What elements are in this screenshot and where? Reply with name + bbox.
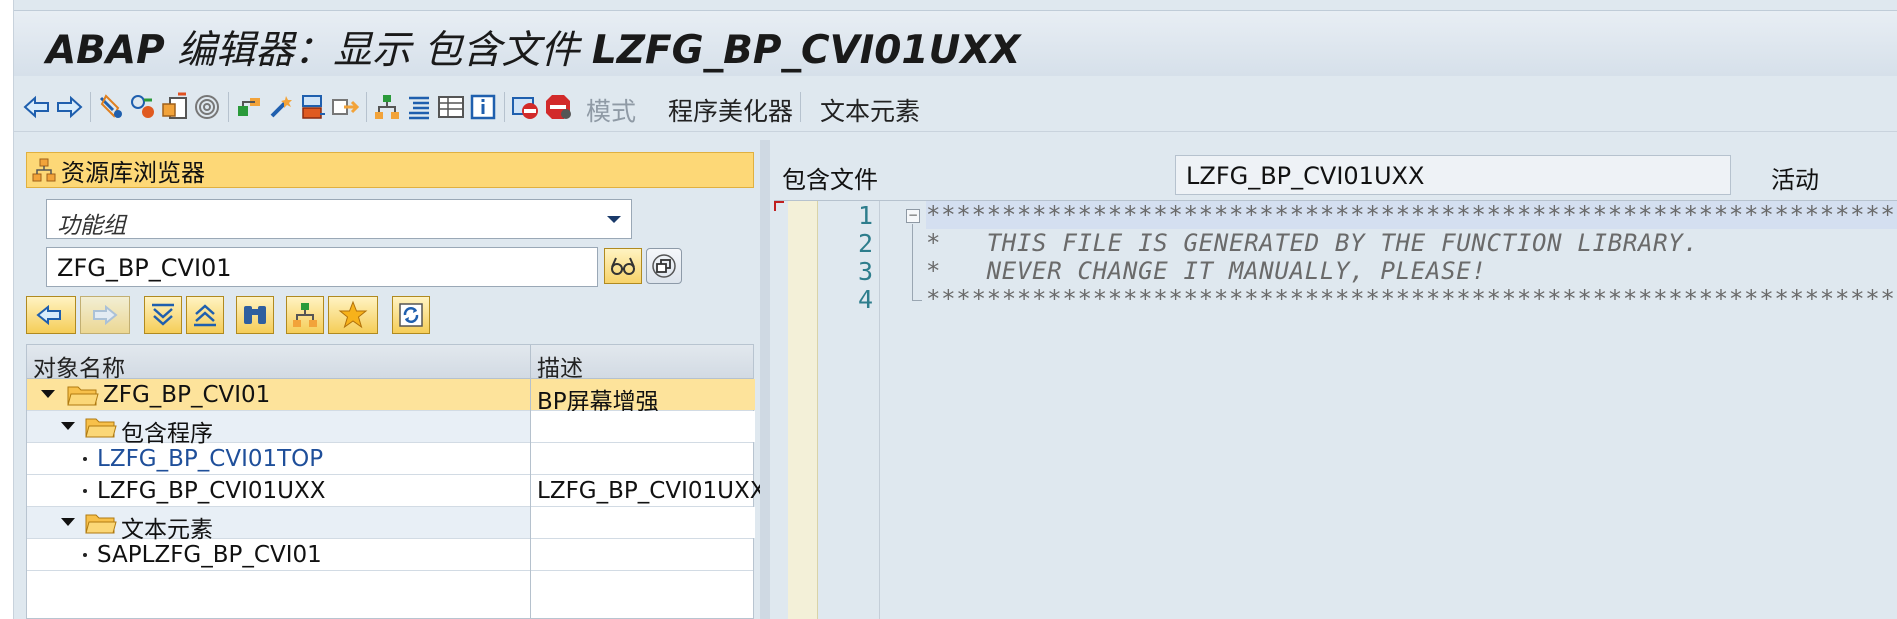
tree-node-label: ZFG_BP_CVI01	[103, 382, 271, 408]
window-title: ABAP 编辑器：显示 包含文件 LZFG_BP_CVI01UXX	[46, 28, 1021, 73]
tree-row[interactable]: LZFG_BP_CVI01UXX LZFG_BP_CVI01UXX	[27, 475, 765, 507]
repository-browser-header[interactable]: 资源库浏览器	[26, 152, 754, 188]
favorites-button[interactable]	[328, 296, 378, 334]
status-label: 活动	[1771, 166, 1819, 194]
code-area[interactable]: − **************************************…	[880, 201, 1897, 619]
expand-toggle-icon[interactable]	[41, 390, 55, 398]
check-icon[interactable]	[232, 89, 266, 125]
restore-icon	[652, 254, 676, 278]
display-glasses-button[interactable]	[604, 248, 642, 284]
pretty-printer-button[interactable]: 程序美化器	[668, 92, 793, 128]
object-type-value: 功能组	[57, 213, 126, 239]
chevron-down-icon	[607, 216, 621, 223]
include-label: 包含文件	[782, 166, 878, 194]
back-icon[interactable]	[20, 89, 54, 125]
line-number: 1	[857, 201, 873, 230]
line-number: 2	[857, 229, 873, 258]
hierarchy-button[interactable]	[286, 296, 324, 334]
column-header-desc[interactable]: 描述	[537, 349, 583, 383]
active-inactive-icon[interactable]	[158, 89, 192, 125]
title-bar: ABAP 编辑器：显示 包含文件 LZFG_BP_CVI01UXX	[14, 10, 1897, 76]
expand-all-button[interactable]	[144, 296, 182, 334]
fold-toggle-icon[interactable]: −	[906, 209, 920, 223]
tree-row[interactable]: 文本元素	[27, 507, 755, 543]
editor-gutter[interactable]	[788, 201, 818, 619]
code-line: ****************************************…	[926, 201, 1897, 229]
test-icon[interactable]	[296, 89, 330, 125]
forward-icon[interactable]	[52, 89, 86, 125]
pane-splitter[interactable]	[760, 140, 770, 619]
tree-row[interactable]: ZFG_BP_CVI01 BP屏幕增强	[27, 379, 755, 415]
expand-toggle-icon[interactable]	[61, 518, 75, 526]
text-elements-button[interactable]: 文本元素	[820, 92, 920, 128]
tree-row[interactable]: LZFG_BP_CVI01TOP	[27, 443, 753, 475]
display-change-icon[interactable]	[126, 89, 160, 125]
code-line: * NEVER CHANGE IT MANUALLY, PLEASE! *	[926, 257, 1897, 285]
nav-forward-button[interactable]	[80, 296, 130, 334]
tree-row[interactable]: 包含程序	[27, 411, 755, 447]
other-object-icon[interactable]	[94, 89, 128, 125]
expand-toggle-icon[interactable]	[61, 422, 75, 430]
star-icon	[338, 300, 368, 329]
line-number: 3	[857, 257, 873, 286]
collapse-all-button[interactable]	[186, 296, 224, 334]
folder-open-icon	[85, 514, 117, 534]
where-used-icon[interactable]	[190, 89, 224, 125]
code-editor[interactable]: 1 2 3 4 − ******************************…	[774, 200, 1897, 619]
object-type-dropdown[interactable]: 功能组	[46, 199, 632, 239]
nav-back-button[interactable]	[26, 296, 76, 334]
session-breakpoint-icon[interactable]	[542, 89, 576, 125]
outline-icon[interactable]	[402, 89, 436, 125]
line-numbers: 1 2 3 4	[818, 201, 880, 619]
forward-icon	[93, 304, 118, 326]
code-line: ****************************************…	[926, 285, 1897, 313]
mode-button[interactable]: 模式	[586, 92, 636, 128]
object-name-value: ZFG_BP_CVI01	[57, 254, 232, 282]
hierarchy-icon	[293, 303, 317, 327]
object-name-input[interactable]: ZFG_BP_CVI01	[46, 247, 598, 287]
line-number: 4	[857, 285, 873, 314]
abap-editor-window: ABAP 编辑器：显示 包含文件 LZFG_BP_CVI01UXX 模式 程序美…	[14, 0, 1897, 619]
application-toolbar: 模式 程序美化器 文本元素	[14, 82, 1897, 132]
column-header-name[interactable]: 对象名称	[33, 349, 125, 383]
include-name-value: LZFG_BP_CVI01UXX	[1186, 162, 1425, 190]
restore-window-button[interactable]	[646, 248, 682, 284]
navigate-icon[interactable]	[328, 89, 362, 125]
hierarchy-icon	[32, 158, 56, 182]
info-icon[interactable]	[466, 89, 500, 125]
refresh-button[interactable]	[392, 296, 430, 334]
find-button[interactable]	[236, 296, 274, 334]
tree-node-label: LZFG_BP_CVI01UXX	[97, 478, 326, 504]
object-list-icon[interactable]	[370, 89, 404, 125]
object-tree: 对象名称 描述 ZFG_BP_CVI01 BP屏幕增强 包含程序 LZFG_BP…	[26, 344, 765, 619]
tree-node-desc: LZFG_BP_CVI01UXX	[537, 478, 766, 504]
folder-open-icon	[85, 418, 117, 438]
tree-row[interactable]: SAPLZFG_BP_CVI01	[27, 539, 753, 571]
expand-all-icon	[152, 303, 174, 326]
binoculars-icon	[244, 306, 266, 324]
collapse-all-icon	[194, 304, 216, 327]
back-icon	[36, 304, 61, 326]
refresh-icon	[399, 303, 423, 327]
set-breakpoint-icon[interactable]	[508, 89, 542, 125]
glasses-icon	[611, 257, 635, 275]
activate-icon[interactable]	[264, 89, 298, 125]
code-line: * THIS FILE IS GENERATED BY THE FUNCTION…	[926, 229, 1897, 257]
repository-browser-label: 资源库浏览器	[61, 158, 205, 187]
tree-node-label: LZFG_BP_CVI01TOP	[97, 446, 324, 472]
include-name-field: LZFG_BP_CVI01UXX	[1175, 155, 1731, 195]
folder-open-icon	[67, 386, 99, 406]
tree-header: 对象名称 描述	[27, 345, 753, 382]
left-edge	[0, 0, 14, 619]
display-object-list-icon[interactable]	[434, 89, 468, 125]
tree-node-label: SAPLZFG_BP_CVI01	[97, 542, 322, 568]
